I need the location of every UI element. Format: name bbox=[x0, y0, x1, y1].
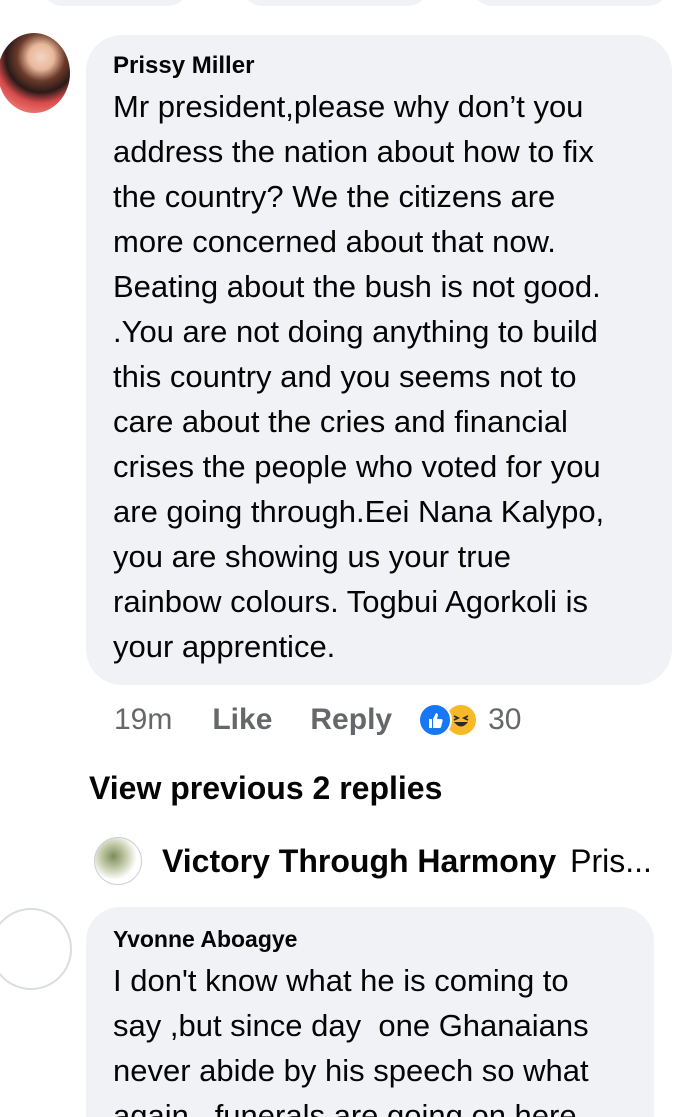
avatar[interactable] bbox=[0, 33, 70, 113]
like-button[interactable]: Like bbox=[212, 703, 272, 737]
reaction-count: 30 bbox=[488, 703, 522, 736]
comment-actions: 19m Like Reply 30 bbox=[114, 700, 521, 740]
comment-text: Mr president,please why don’t you addres… bbox=[113, 89, 605, 664]
comment-author[interactable]: Prissy Miller bbox=[113, 52, 254, 80]
previous-comment-bubble bbox=[470, 0, 670, 6]
previous-comment-bubble bbox=[40, 0, 190, 6]
previous-comment-bubble bbox=[240, 0, 430, 6]
comment-author[interactable]: Yvonne Aboagye bbox=[113, 926, 297, 953]
avatar[interactable] bbox=[94, 837, 142, 885]
avatar[interactable] bbox=[0, 908, 72, 990]
reaction-summary[interactable]: 30 bbox=[418, 703, 521, 737]
reply-preview[interactable]: Pris... bbox=[570, 843, 684, 880]
comment-text: I don't know what he is coming to say ,b… bbox=[113, 963, 589, 1117]
comments-page: Prissy Miller Mr president,please why do… bbox=[0, 0, 693, 1117]
like-icon bbox=[418, 703, 453, 737]
comment-time[interactable]: 19m bbox=[114, 703, 172, 737]
latest-reply-row[interactable]: Victory Through Harmony Pris... bbox=[94, 836, 684, 886]
reply-button[interactable]: Reply bbox=[310, 703, 392, 737]
view-previous-replies-link[interactable]: View previous 2 replies bbox=[89, 770, 442, 807]
reply-author[interactable]: Victory Through Harmony bbox=[162, 843, 556, 880]
